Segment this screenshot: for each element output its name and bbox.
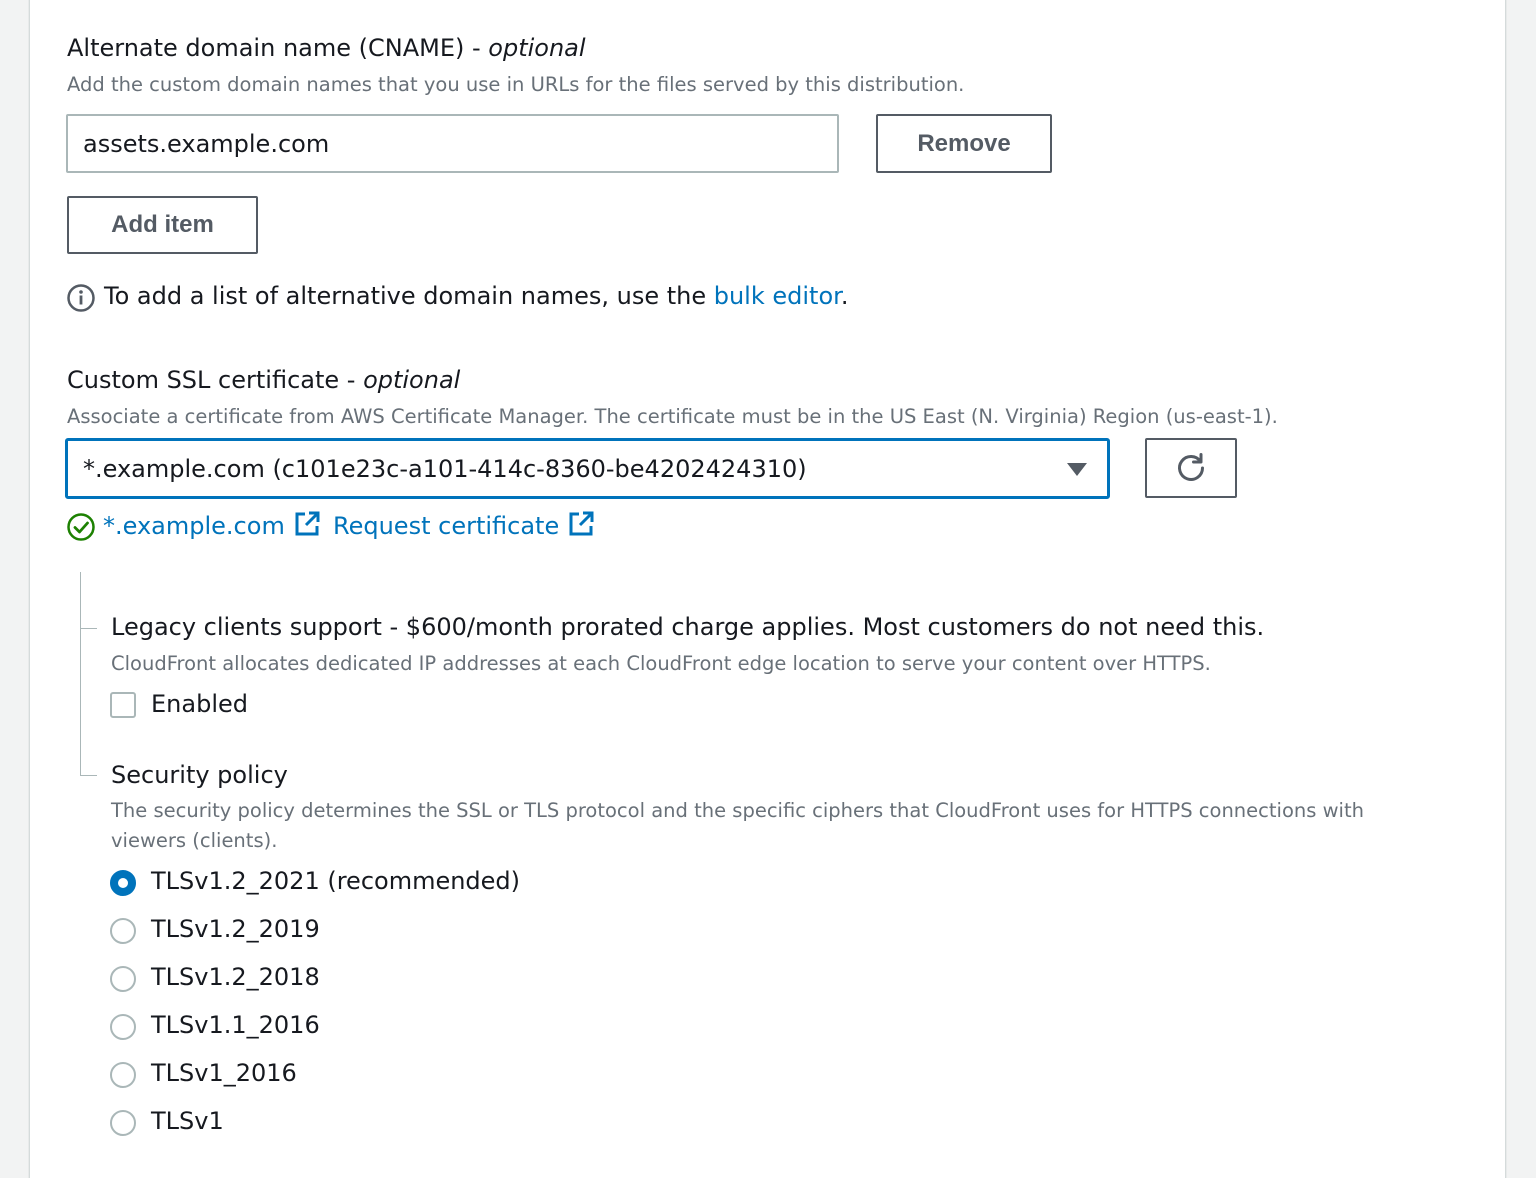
- security-policy-description-1: The security policy determines the SSL o…: [111, 799, 1364, 822]
- cname-optional: optional: [488, 34, 586, 62]
- legacy-clients-label: Legacy clients support - $600/month pror…: [111, 613, 1265, 641]
- option-label[interactable]: TLSv1.2_2018: [151, 963, 320, 991]
- cname-input[interactable]: assets.example.com: [66, 114, 839, 173]
- ssl-description: Associate a certificate from AWS Certifi…: [67, 405, 1278, 428]
- radio-tlsv1-2-2021[interactable]: [110, 870, 136, 896]
- cname-label-text: Alternate domain name (CNAME) -: [67, 34, 489, 62]
- refresh-icon: [1178, 453, 1204, 481]
- radio-tlsv1-2-2019[interactable]: [110, 918, 136, 944]
- radio-tlsv1-2016[interactable]: [110, 1062, 136, 1088]
- bulk-editor-link[interactable]: bulk editor: [714, 282, 841, 310]
- certificate-link[interactable]: *.example.com: [103, 512, 285, 540]
- legacy-clients-description: CloudFront allocates dedicated IP addres…: [111, 652, 1211, 675]
- info-text: To add a list of alternative domain name…: [104, 282, 714, 310]
- certificate-select[interactable]: *.example.com (c101e23c-a101-414c-8360-b…: [65, 438, 1110, 499]
- option-label[interactable]: TLSv1.2_2021 (recommended): [151, 867, 520, 895]
- external-link-icon[interactable]: [567, 510, 595, 538]
- bulk-editor-info: To add a list of alternative domain name…: [104, 282, 848, 310]
- settings-panel: [29, 0, 1506, 1178]
- option-label[interactable]: TLSv1.2_2019: [151, 915, 320, 943]
- security-policy-description-2: viewers (clients).: [111, 829, 278, 852]
- external-link-icon[interactable]: [293, 510, 321, 538]
- legacy-enabled-label[interactable]: Enabled: [151, 690, 248, 718]
- tree-line: [80, 572, 81, 775]
- cname-input-value: assets.example.com: [83, 129, 330, 158]
- cname-label: Alternate domain name (CNAME) - optional: [67, 34, 586, 62]
- info-text-end: .: [840, 282, 849, 310]
- radio-tlsv1-2-2018[interactable]: [110, 966, 136, 992]
- radio-tlsv1[interactable]: [110, 1110, 136, 1136]
- refresh-button[interactable]: [1145, 438, 1237, 498]
- caret-down-icon: [1067, 463, 1087, 476]
- certificate-select-value: *.example.com (c101e23c-a101-414c-8360-b…: [83, 454, 807, 483]
- certificate-status: *.example.com: [103, 510, 321, 540]
- radio-tlsv1-1-2016[interactable]: [110, 1014, 136, 1040]
- ssl-label: Custom SSL certificate - optional: [67, 366, 460, 394]
- status-success-icon: [66, 512, 96, 542]
- remove-button[interactable]: Remove: [876, 114, 1052, 173]
- option-label[interactable]: TLSv1_2016: [151, 1059, 297, 1087]
- option-label[interactable]: TLSv1: [151, 1107, 224, 1135]
- security-policy-label: Security policy: [111, 761, 288, 789]
- add-item-button[interactable]: Add item: [67, 196, 258, 254]
- tree-branch: [80, 775, 97, 776]
- tree-branch: [80, 628, 97, 629]
- request-certificate-link[interactable]: Request certificate: [333, 512, 559, 540]
- info-icon: [66, 283, 96, 313]
- ssl-label-text: Custom SSL certificate -: [67, 366, 364, 394]
- option-label[interactable]: TLSv1.1_2016: [151, 1011, 320, 1039]
- legacy-enabled-checkbox[interactable]: [110, 692, 136, 718]
- ssl-optional: optional: [363, 366, 461, 394]
- request-certificate: Request certificate: [333, 510, 595, 540]
- cname-description: Add the custom domain names that you use…: [67, 73, 965, 96]
